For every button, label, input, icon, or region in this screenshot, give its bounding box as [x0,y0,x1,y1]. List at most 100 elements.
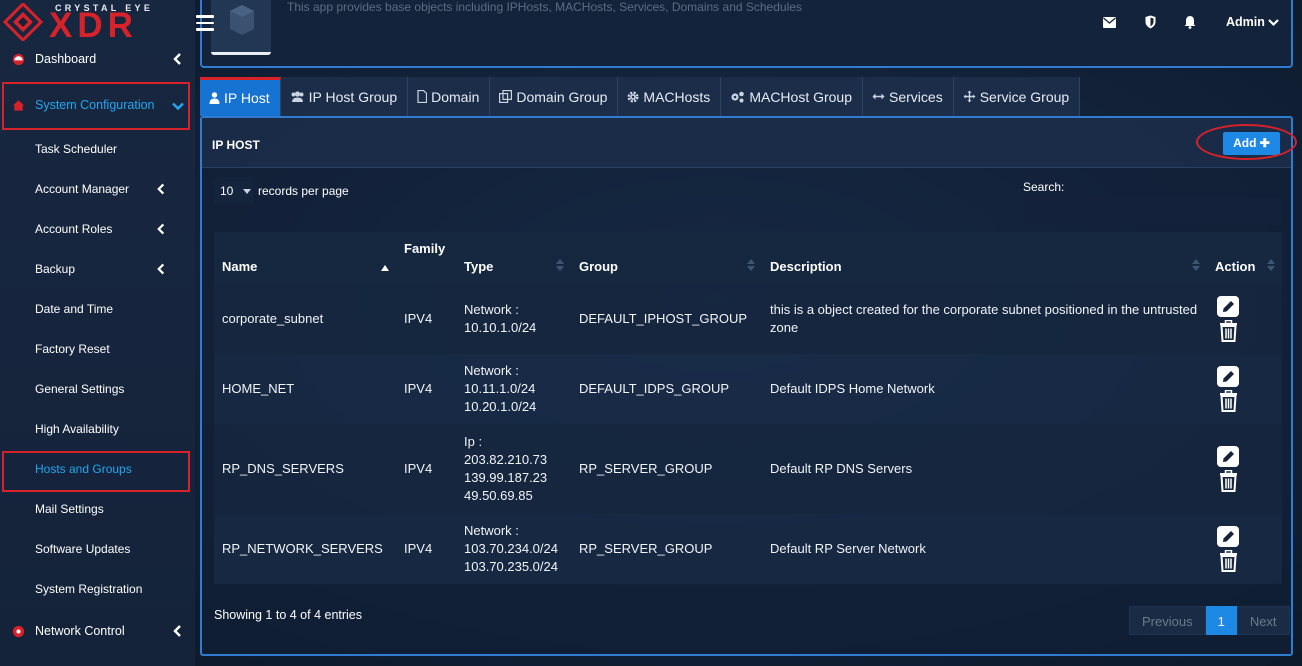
sidebar-item-mail-settings[interactable]: Mail Settings [35,501,104,517]
type-line: Ip : [464,434,483,449]
trash-icon[interactable] [1219,390,1238,412]
tab-label: MACHosts [643,88,711,105]
shield-icon[interactable] [1145,15,1156,29]
previous-page-button[interactable]: Previous [1129,606,1206,635]
page-length-select[interactable]: 10 [214,177,254,204]
type-line: 10.20.1.0/24 [464,399,537,414]
sidebar-item-factory-reset[interactable]: Factory Reset [35,341,110,357]
edit-icon[interactable] [1217,296,1239,317]
tab-domain-group[interactable]: Domain Group [490,77,619,116]
chevron-left-icon [157,223,165,235]
gears-icon [731,91,745,102]
table-row: corporate_subnet IPV4 Network : 10.10.1.0… [214,284,1282,354]
tab-ip-host-group[interactable]: IP Host Group [280,77,409,116]
chevron-left-icon [157,263,165,275]
edit-icon[interactable] [1217,446,1239,467]
tab-ip-host[interactable]: IP Host [200,77,281,116]
type-line: 203.82.210.73 [464,452,548,467]
pagination: Previous 1 Next [1129,606,1290,635]
brand-logo[interactable]: CRYSTAL EYE XDR [0,0,195,44]
menu-toggle-icon[interactable] [196,15,214,31]
sidebar-item-general-settings[interactable]: General Settings [35,381,124,397]
sidebar: CRYSTAL EYE XDR Dashboard System Configu… [0,0,195,666]
chevron-left-icon [173,625,181,637]
trash-icon[interactable] [1219,550,1238,572]
sidebar-item-dashboard[interactable]: Dashboard [0,42,195,76]
column-header-label: Description [770,259,842,274]
table-row: HOME_NET IPV4 Network : 10.11.1.0/24 10.20… [214,354,1282,424]
table-row: RP_NETWORK_SERVERS IPV4 Network : 103.70.… [214,514,1282,584]
trash-icon[interactable] [1219,470,1238,492]
sidebar-item-system-registration[interactable]: System Registration [35,581,142,597]
cell-description: this is a object created for the corpora… [762,284,1207,354]
caret-down-icon [243,189,251,194]
sidebar-item-account-roles[interactable]: Account Roles [35,221,112,237]
cell-group: RP_SERVER_GROUP [571,514,762,584]
cell-name: RP_NETWORK_SERVERS [214,514,396,584]
sidebar-item-hosts-and-groups[interactable]: Hosts and Groups [35,461,132,477]
move-icon [963,90,976,103]
type-line: 103.70.234.0/24 [464,541,558,556]
sort-icon [1192,259,1200,271]
sidebar-item-software-updates[interactable]: Software Updates [35,541,130,557]
sidebar-item-account-manager[interactable]: Account Manager [35,181,129,197]
user-menu[interactable]: Admin [1226,15,1265,29]
page-1-button[interactable]: 1 [1205,606,1237,635]
trash-icon[interactable] [1219,320,1238,342]
type-line: 49.50.69.85 [464,488,533,503]
sidebar-item-network-control[interactable]: Network Control [0,614,195,648]
next-page-button[interactable]: Next [1236,606,1290,635]
chevron-down-icon [172,102,184,111]
tab-machost-group[interactable]: MACHost Group [721,77,864,116]
type-line: Network : [464,302,519,317]
app-description: This app provides base objects including… [287,0,802,14]
column-header-label: Type [464,259,494,274]
sidebar-item-label: Dashboard [35,52,97,66]
cell-type: Ip : 203.82.210.73 139.99.187.23 49.50.69.8… [456,424,571,514]
cell-type: Network : 103.70.234.0/24 103.70.235.0/24 [456,514,571,584]
tab-domain[interactable]: Domain [408,77,491,116]
type-line: 10.10.1.0/24 [464,320,537,335]
bell-icon[interactable] [1184,15,1196,29]
column-header-description[interactable]: Description [762,232,1207,284]
type-line: Network : [464,363,519,378]
cell-type: Network : 10.10.1.0/24 [456,284,571,354]
cell-name: RP_DNS_SERVERS [214,424,396,514]
chevron-left-icon [157,183,165,195]
brand-name: XDR [49,6,138,45]
edit-icon[interactable] [1217,526,1239,547]
column-header-group[interactable]: Group [571,232,762,284]
sort-asc-icon [381,265,389,271]
column-header-label: Group [579,259,618,274]
edit-icon[interactable] [1217,366,1239,387]
tab-service-group[interactable]: Service Group [953,77,1081,116]
column-header-type[interactable]: Type [456,232,571,284]
tab-bar: IP Host IP Host Group Domain Domain Grou… [200,77,1081,116]
sidebar-item-system-configuration[interactable]: System Configuration [0,88,195,122]
cell-action [1207,424,1282,514]
column-header-family[interactable]: Family [396,232,456,284]
sidebar-item-backup[interactable]: Backup [35,261,75,277]
type-line: 10.11.1.0/24 [464,381,536,396]
cell-type: Network : 10.11.1.0/24 10.20.1.0/24 [456,354,571,424]
table-row: RP_DNS_SERVERS IPV4 Ip : 203.82.210.73 139… [214,424,1282,514]
type-line: Network : [464,523,519,538]
sort-icon [747,259,755,271]
column-header-name[interactable]: Name [214,232,396,284]
highlight-oval [1196,124,1297,160]
tab-label: IP Host Group [308,88,398,105]
search-input[interactable] [1023,197,1282,225]
tab-machosts[interactable]: MACHosts [618,77,722,116]
cell-family: IPV4 [396,354,456,424]
type-line: 103.70.235.0/24 [464,559,558,574]
type-line: 139.99.187.23 [464,470,548,485]
envelope-icon[interactable] [1103,17,1116,28]
tab-services[interactable]: Services [863,77,954,116]
tab-label: Domain Group [516,88,608,105]
sidebar-item-task-scheduler[interactable]: Task Scheduler [35,141,117,157]
sidebar-item-high-availability[interactable]: High Availability [35,421,119,437]
sidebar-item-date-and-time[interactable]: Date and Time [35,301,113,317]
tab-label: Service Group [979,88,1070,105]
arrows-h-icon [872,93,885,100]
column-header-action[interactable]: Action [1207,232,1282,284]
